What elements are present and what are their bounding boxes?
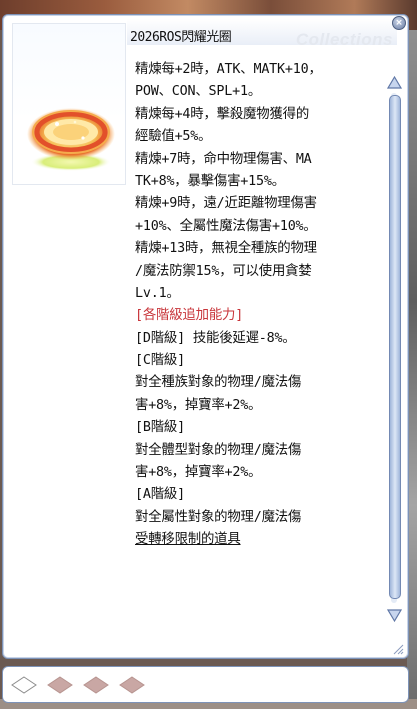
description-line: 精煉每+4時，擊殺魔物獲得的 xyxy=(135,106,310,122)
description-line: [D階級] 技能後延遲-8%。 xyxy=(135,330,296,346)
item-name: 2026ROS閃耀光圈 xyxy=(130,30,232,45)
title-bar[interactable]: Collections 2026ROS閃耀光圈 xyxy=(127,19,397,49)
card-slot-icon[interactable] xyxy=(83,676,109,694)
item-image-panel xyxy=(12,23,126,185)
item-info-window: Collections 2026ROS閃耀光圈 × 精煉每+2時，ATK、MAT… xyxy=(2,14,409,659)
description-line: TK+8%，暴擊傷害+15%。 xyxy=(135,173,285,189)
description-line: 精煉+13時，無視全種族的物理 xyxy=(135,241,317,257)
description-line: 對全種族對象的物理/魔法傷 xyxy=(135,375,302,391)
description-line: [C階級] xyxy=(135,353,185,369)
description-line: 經驗值+5%。 xyxy=(135,129,212,145)
description-line: 害+8%，掉寶率+2%。 xyxy=(135,465,262,481)
arrow-up-icon[interactable] xyxy=(387,75,402,91)
resize-grip-icon[interactable] xyxy=(392,643,404,655)
description-line: 對全屬性對象的物理/魔法傷 xyxy=(135,509,302,525)
halo-ring-icon xyxy=(27,108,115,171)
description-line: Lv.1。 xyxy=(135,285,180,301)
collections-watermark: Collections xyxy=(295,30,393,49)
description-line: 精煉+7時，命中物理傷害、MA xyxy=(135,151,312,167)
arrow-down-icon[interactable] xyxy=(387,607,402,623)
close-icon[interactable]: × xyxy=(392,16,406,30)
description-line: 精煉每+2時，ATK、MATK+10， xyxy=(135,62,322,77)
description-line: 害+8%，掉寶率+2%。 xyxy=(135,397,262,413)
item-description: 精煉每+2時，ATK、MATK+10， POW、CON、SPL+1。精煉每+4時，… xyxy=(135,59,383,552)
description-line: POW、CON、SPL+1。 xyxy=(135,84,262,100)
description-line: /魔法防禦15%，可以使用貪婪 xyxy=(135,263,312,279)
description-line: [各階級追加能力] xyxy=(135,308,244,324)
description-line: [B階級] xyxy=(135,420,185,436)
card-slot-icon[interactable] xyxy=(47,676,73,694)
card-slot-icon[interactable] xyxy=(119,676,145,694)
description-line: [A階級] xyxy=(135,487,185,503)
card-slot-icon[interactable] xyxy=(11,676,37,694)
description-line: 對全體型對象的物理/魔法傷 xyxy=(135,442,302,458)
scrollbar-thumb[interactable] xyxy=(389,95,401,599)
description-line: 精煉+9時，遠/近距離物理傷害 xyxy=(135,196,317,212)
card-slots-bar xyxy=(2,666,409,703)
description-line: 受轉移限制的道具 xyxy=(135,532,241,548)
description-line: +10%、全屬性魔法傷害+10%。 xyxy=(135,218,317,234)
